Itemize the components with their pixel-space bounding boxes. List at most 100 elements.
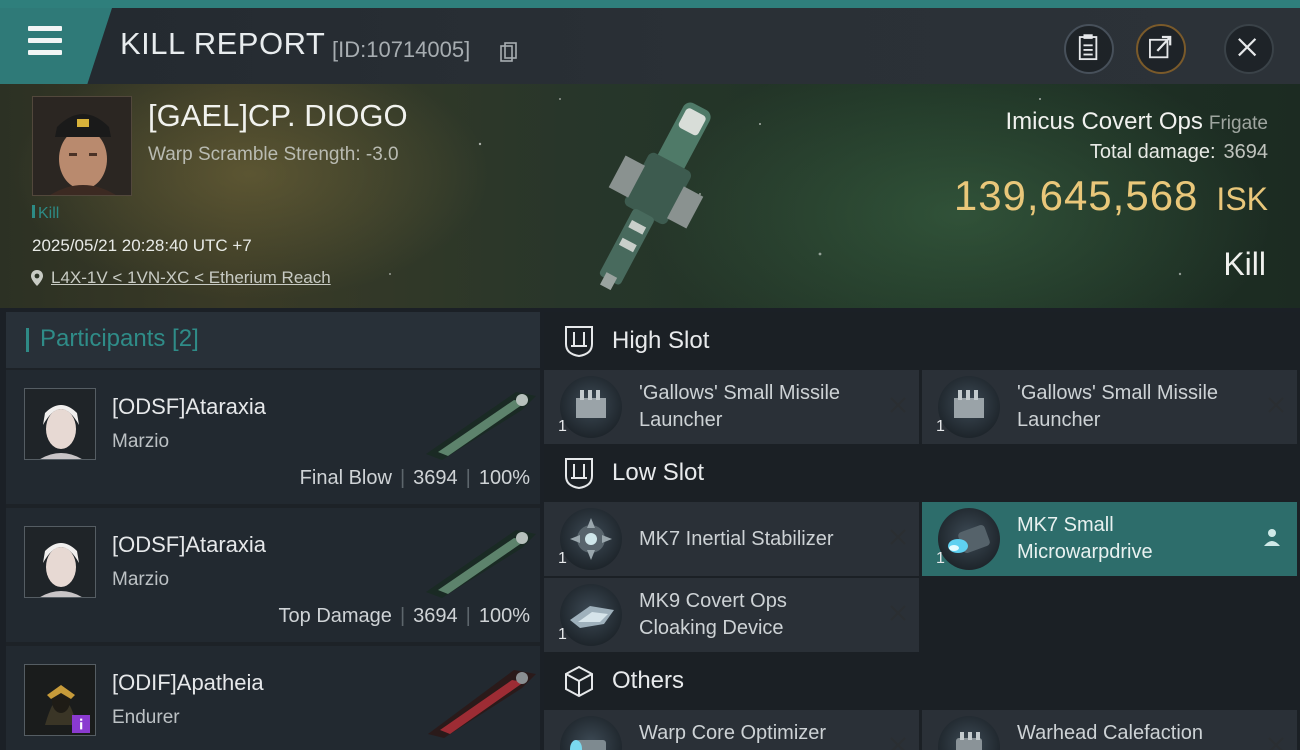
module-name: MK9 Covert Ops Cloaking Device (639, 590, 787, 639)
menu-button[interactable] (0, 8, 112, 84)
copy-icon[interactable] (500, 42, 517, 62)
warhead-calefaction-image (956, 732, 982, 750)
kill-report-screen: KILL REPORT [ID:10714005] [GAEL]CP. DIOG… (0, 0, 1300, 750)
clipboard-icon (1078, 34, 1098, 61)
missile-launcher-icon (560, 376, 622, 438)
others-label: Others (612, 667, 685, 694)
destroyed-x-icon (1268, 737, 1284, 750)
participant-ship: Endurer (112, 707, 180, 728)
microwarpdrive-icon (938, 508, 1000, 570)
module-name: MK7 Small Microwarpdrive (1017, 514, 1153, 563)
participant-ship: Marzio (112, 431, 170, 452)
kill-location-link[interactable]: L4X-1V < 1VN-XC < Etherium Reach (30, 268, 331, 288)
high-slot-icon (565, 326, 593, 358)
user-icon (1264, 529, 1280, 546)
page-title: KILL REPORT (120, 26, 326, 61)
total-damage: Total damage: 3694 (1090, 141, 1268, 164)
kill-result-label: Kill (1223, 246, 1266, 282)
microwarpdrive-image (948, 525, 990, 553)
module-item[interactable]: 1 Warp Core Optimizer (544, 710, 919, 750)
others-header: Others (544, 652, 1300, 712)
participants-header[interactable]: Participants [2] (6, 312, 540, 368)
module-item-dropped[interactable]: 1 MK7 Small Microwarpdrive (922, 502, 1297, 576)
victim-ship-image (599, 102, 711, 291)
kill-summary-banner: [GAEL]CP. DIOGO Warp Scramble Strength: … (0, 84, 1300, 308)
participant-stats: Final Blow | 3694 | 100% (300, 467, 530, 490)
high-slot-header: High Slot (544, 312, 1300, 372)
kill-timestamp: 2025/05/21 20:28:40 UTC +7 (32, 236, 252, 255)
participant-portrait-image (25, 527, 95, 597)
participant-percent: 100% (478, 605, 530, 627)
module-name: MK7 Inertial Stabilizer (639, 528, 834, 550)
missile-launcher-image (954, 390, 984, 418)
divider: | (465, 605, 471, 627)
destroyed-x-icon (890, 605, 906, 621)
module-quantity: 1 (558, 626, 567, 643)
hamburger-menu-icon (28, 26, 62, 31)
participant-stats: Top Damage | 3694 | 100% (279, 605, 530, 628)
share-export-icon (1149, 35, 1172, 59)
cloaking-device-icon (560, 584, 622, 646)
participant-name: [ODSF]Ataraxia (112, 394, 267, 419)
share-button[interactable] (1136, 24, 1186, 74)
inertial-stabilizer-icon (560, 508, 622, 570)
participant-role: Top Damage (278, 605, 392, 627)
participant-avatar[interactable] (24, 526, 96, 598)
participant-row[interactable]: [ODIF]Apatheia Endurer (6, 646, 540, 750)
close-icon (1238, 38, 1257, 57)
isk-loss: 139,645,568 ISK (954, 172, 1268, 220)
kill-tag-label: Kill (38, 205, 60, 222)
participant-row[interactable]: [ODSF]Ataraxia Marzio Final Blow | 3694 | 10… (6, 370, 540, 504)
destroyed-x-icon (890, 529, 906, 545)
participant-avatar[interactable] (24, 664, 96, 736)
missile-launcher-image (576, 390, 606, 418)
total-damage-value: 3694 (1223, 141, 1269, 163)
victim-ship-name: Imicus Covert Ops (1005, 108, 1203, 135)
participant-row[interactable]: [ODSF]Ataraxia Marzio Top Damage | 3694 | 10… (6, 508, 540, 642)
hamburger-menu-icon-bar (28, 50, 62, 55)
destroyed-x-icon (890, 737, 906, 750)
module-quantity: 1 (936, 550, 945, 567)
total-damage-label: Total damage: (1089, 141, 1216, 163)
module-quantity: 1 (558, 418, 567, 435)
location-text: L4X-1V < 1VN-XC < Etherium Reach (51, 268, 331, 287)
participant-avatar[interactable] (24, 388, 96, 460)
warp-core-optimizer-image (570, 740, 606, 750)
module-item[interactable]: 1 MK7 Inertial Stabilizer (544, 502, 919, 576)
cube-icon (565, 665, 593, 698)
report-id: [ID:10714005] (332, 37, 471, 62)
participant-name: [ODIF]Apatheia (112, 670, 264, 695)
participant-percent: 100% (478, 467, 530, 489)
divider: | (465, 467, 471, 489)
module-quantity: 1 (936, 418, 945, 435)
participant-ship: Marzio (112, 569, 170, 590)
inertial-stabilizer-image (570, 518, 612, 560)
module-item[interactable]: 1 MK9 Covert Ops Cloaking Device (544, 578, 919, 652)
close-button[interactable] (1224, 24, 1274, 74)
clipboard-button[interactable] (1064, 24, 1114, 74)
low-slot-header: Low Slot (544, 444, 1300, 504)
warp-core-optimizer-icon (560, 716, 622, 750)
isk-unit: ISK (1216, 181, 1268, 217)
module-item[interactable]: 1 'Gallows' Small Missile Launcher (544, 370, 919, 444)
destroyed-x-icon (890, 397, 906, 413)
divider: | (399, 605, 406, 627)
hamburger-menu-icon-bar (28, 38, 62, 43)
module-name: Warhead Calefaction (1017, 722, 1204, 744)
info-badge-icon (72, 715, 90, 733)
missile-launcher-icon (938, 376, 1000, 438)
participant-ship-image (426, 530, 536, 598)
module-item[interactable]: 1 Warhead Calefaction (922, 710, 1297, 750)
divider: | (399, 467, 406, 489)
participant-ship-image (428, 670, 536, 738)
header-bar: KILL REPORT [ID:10714005] (0, 0, 1300, 84)
warhead-calefaction-icon (938, 716, 1000, 750)
module-item[interactable]: 1 'Gallows' Small Missile Launcher (922, 370, 1297, 444)
low-slot-icon (565, 458, 593, 490)
victim-ship: Imicus Covert Ops Frigate (1005, 108, 1268, 136)
destroyed-x-icon (1268, 397, 1284, 413)
participant-role: Final Blow (299, 467, 392, 489)
participant-damage: 3694 (413, 605, 458, 627)
victim-avatar[interactable] (32, 96, 132, 196)
high-slot-label: High Slot (612, 327, 710, 354)
